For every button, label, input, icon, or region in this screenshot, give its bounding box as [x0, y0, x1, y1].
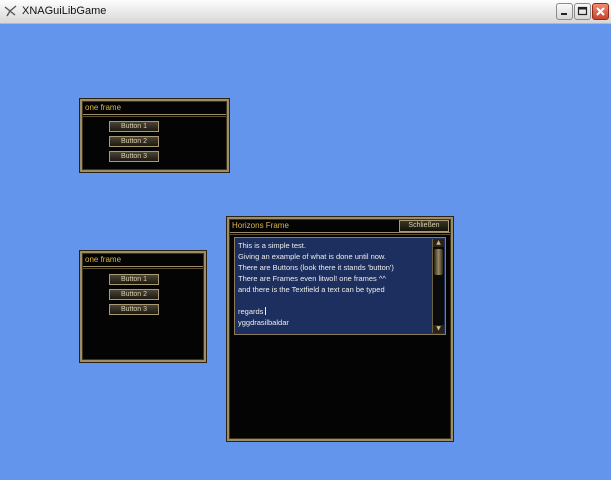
game-canvas[interactable]: one frame Button 1 Button 2 Button 3 one… [0, 24, 611, 480]
text-line-with-caret: regards [238, 306, 434, 317]
minimize-button[interactable] [556, 3, 573, 20]
frame-header[interactable]: one frame [83, 102, 226, 115]
scrollbar-thumb[interactable] [434, 249, 443, 275]
frame-header[interactable]: one frame [83, 254, 203, 267]
button-1[interactable]: Button 1 [109, 274, 159, 285]
app-icon [4, 5, 17, 17]
vertical-scrollbar[interactable]: ▲ ▼ [432, 239, 444, 333]
text-line: regards [238, 307, 264, 316]
text-line: Giving an example of what is done until … [238, 252, 387, 261]
text-line: This is a simple test. [238, 241, 306, 250]
window-titlebar[interactable]: XNAGuiLibGame [0, 0, 611, 24]
window-title: XNAGuiLibGame [22, 5, 107, 17]
text-caret [265, 307, 267, 315]
text-line: There are Buttons (look there it stands … [238, 263, 394, 272]
text-line: yggdrasilbaldar [238, 318, 289, 327]
horizons-frame[interactable]: Horizons Frame Schließen This is a simpl… [227, 217, 453, 441]
close-frame-button[interactable]: Schließen [399, 220, 449, 232]
maximize-icon [577, 6, 588, 16]
text-field-content[interactable]: This is a simple test. Giving an example… [238, 240, 434, 328]
button-1[interactable]: Button 1 [109, 121, 159, 132]
minimize-icon [561, 13, 567, 15]
close-icon [596, 7, 605, 16]
button-2[interactable]: Button 2 [109, 289, 159, 300]
close-window-button[interactable] [592, 3, 609, 20]
frame-one-bottom[interactable]: one frame Button 1 Button 2 Button 3 [80, 251, 206, 362]
button-3[interactable]: Button 3 [109, 304, 159, 315]
text-line [238, 295, 434, 306]
scroll-up-arrow-icon[interactable]: ▲ [433, 239, 444, 247]
frame-divider [83, 116, 226, 117]
text-line: There are Frames even litwol! one frames… [238, 274, 386, 283]
frame-title: Horizons Frame [232, 221, 289, 230]
frame-divider [83, 268, 203, 269]
scroll-down-arrow-icon[interactable]: ▼ [433, 325, 444, 333]
text-line: and there is the Textfield a text can be… [238, 285, 385, 294]
text-field[interactable]: This is a simple test. Giving an example… [234, 237, 446, 335]
frame-title: one frame [85, 103, 122, 112]
frame-one-top[interactable]: one frame Button 1 Button 2 Button 3 [80, 99, 229, 172]
frame-divider [230, 234, 450, 235]
button-3[interactable]: Button 3 [109, 151, 159, 162]
frame-title: one frame [85, 255, 122, 264]
button-2[interactable]: Button 2 [109, 136, 159, 147]
maximize-button[interactable] [574, 3, 591, 20]
